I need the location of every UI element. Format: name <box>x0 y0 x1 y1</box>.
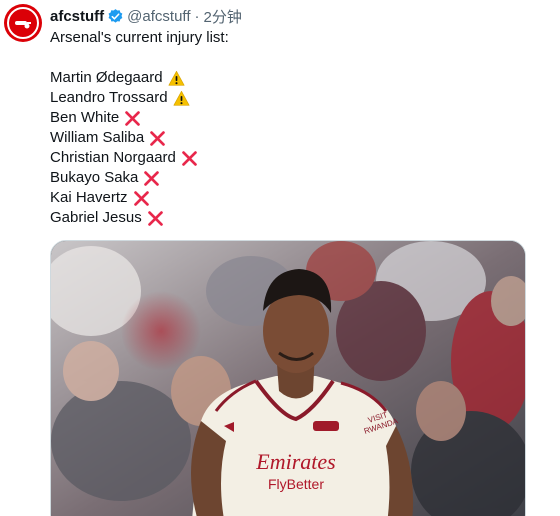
player-name: William Saliba <box>50 129 145 146</box>
cross-mark-icon <box>147 210 164 227</box>
player-photo-image: Emirates FlyBetter VISIT RWANDA <box>51 241 525 516</box>
warning-icon <box>173 90 190 107</box>
injury-list-item: Leandro Trossard <box>50 88 540 108</box>
player-name: Gabriel Jesus <box>50 209 142 226</box>
injury-list-item: Gabriel Jesus <box>50 208 540 228</box>
player-name: Christian Norgaard <box>50 149 176 166</box>
player-name: Martin Ødegaard <box>50 69 163 86</box>
injury-list-item: Kai Havertz <box>50 188 540 208</box>
player-name: Ben White <box>50 109 120 126</box>
verified-badge-icon <box>107 8 124 25</box>
header-separator: · <box>194 7 200 25</box>
tweet-text: Arsenal's current injury list: Martin Ød… <box>50 28 540 228</box>
sponsor-text-emirates: Emirates <box>255 449 335 474</box>
tweet-timestamp[interactable]: 2分钟 <box>203 6 241 27</box>
tweet-photo[interactable]: Emirates FlyBetter VISIT RWANDA <box>50 240 526 516</box>
cross-mark-icon <box>133 190 150 207</box>
injury-list-item: William Saliba <box>50 128 540 148</box>
injury-list: Martin Ødegaard Leandro Trossard Ben White… <box>50 68 540 228</box>
player-name: Bukayo Saka <box>50 169 139 186</box>
cross-mark-icon <box>181 150 198 167</box>
injury-list-item: Bukayo Saka <box>50 168 540 188</box>
tweet-intro: Arsenal's current injury list: <box>50 29 229 46</box>
cross-mark-icon <box>124 110 141 127</box>
sponsor-text-flybetter: FlyBetter <box>268 476 324 492</box>
avatar-ring <box>7 7 39 39</box>
cannon-logo-icon <box>15 21 31 29</box>
injury-list-item: Ben White <box>50 108 540 128</box>
tweet-header: afcstuff @afcstuff · 2分钟 <box>50 6 242 26</box>
author-handle[interactable]: @afcstuff <box>127 8 190 25</box>
injury-list-item: Christian Norgaard <box>50 148 540 168</box>
author-avatar[interactable] <box>4 4 42 42</box>
warning-icon <box>168 70 185 87</box>
cross-mark-icon <box>149 130 166 147</box>
author-display-name[interactable]: afcstuff <box>50 8 104 25</box>
injury-list-item: Martin Ødegaard <box>50 68 540 88</box>
player-name: Leandro Trossard <box>50 89 168 106</box>
cross-mark-icon <box>143 170 160 187</box>
player-name: Kai Havertz <box>50 189 128 206</box>
